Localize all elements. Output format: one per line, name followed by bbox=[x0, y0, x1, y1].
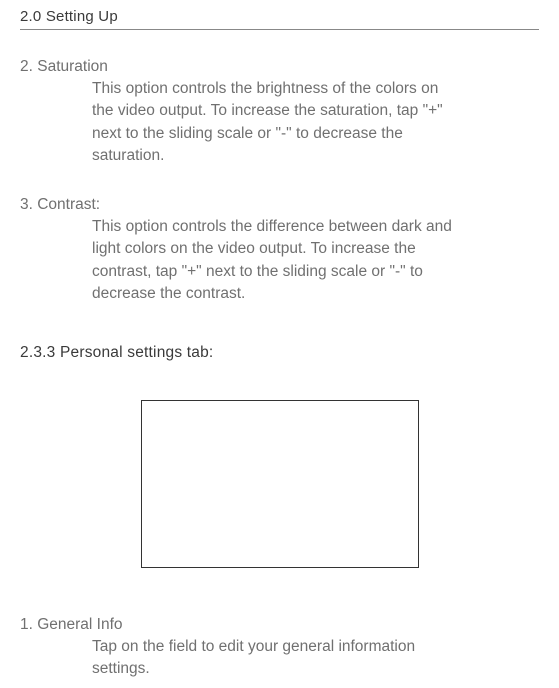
item-body: This option controls the brightness of t… bbox=[92, 78, 462, 168]
subsection-title: 2.3.3 Personal settings tab: bbox=[20, 344, 539, 362]
screenshot-placeholder bbox=[141, 400, 419, 568]
item-title: 3. Contrast: bbox=[20, 196, 539, 214]
item-body: Tap on the field to edit your general in… bbox=[92, 636, 462, 681]
item-general-info: 1. General Info Tap on the field to edit… bbox=[20, 616, 539, 681]
item-saturation: 2. Saturation This option controls the b… bbox=[20, 58, 539, 168]
item-body: This option controls the difference betw… bbox=[92, 216, 462, 306]
item-title: 2. Saturation bbox=[20, 58, 539, 76]
item-title: 1. General Info bbox=[20, 616, 539, 634]
item-contrast: 3. Contrast: This option controls the di… bbox=[20, 196, 539, 306]
page-header: 2.0 Setting Up bbox=[20, 8, 539, 30]
